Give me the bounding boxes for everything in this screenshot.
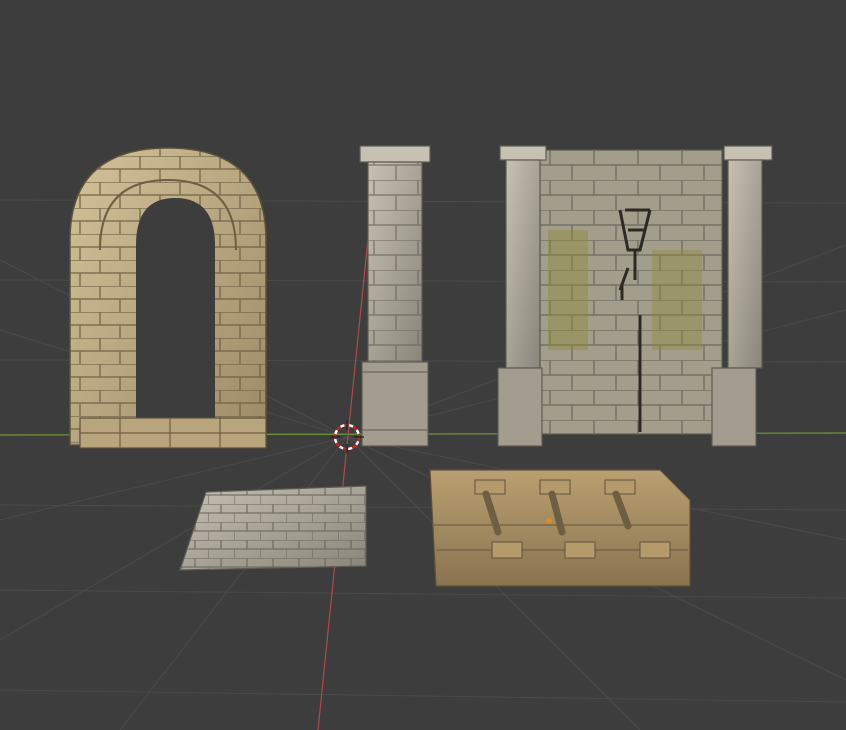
- 3d-viewport[interactable]: [0, 0, 846, 730]
- y-axis-line: [317, 199, 373, 730]
- stone-arch[interactable]: [69, 147, 267, 449]
- origin-dot: [546, 518, 552, 524]
- stone-wall[interactable]: [497, 145, 773, 447]
- viewport-canvas[interactable]: [0, 0, 846, 730]
- floor-tile[interactable]: [179, 485, 367, 571]
- stone-pillar[interactable]: [359, 145, 431, 447]
- rail-track-tile[interactable]: [429, 469, 691, 587]
